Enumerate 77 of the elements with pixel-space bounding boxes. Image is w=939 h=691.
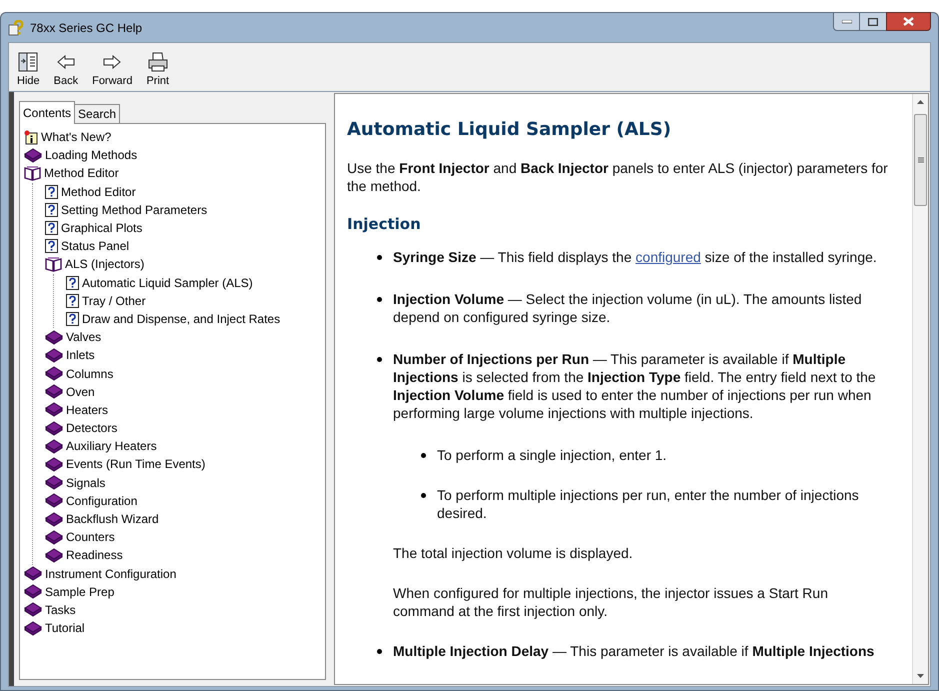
help-page-icon	[66, 312, 79, 326]
tree-item[interactable]: Heaters	[66, 400, 108, 419]
panel-icon	[18, 52, 38, 72]
help-icon	[8, 20, 24, 36]
bullet-icon	[377, 356, 382, 362]
tree-item[interactable]: Signals	[66, 474, 106, 492]
list-item: Multiple Injection Delay — This parameter is available if Multiple Injections	[393, 642, 874, 660]
scrollbar-thumb[interactable]	[914, 114, 927, 206]
scroll-up-icon[interactable]	[917, 100, 924, 104]
tree-item[interactable]: Method Editor	[44, 164, 119, 182]
minimize-button[interactable]	[833, 12, 860, 31]
tree-item[interactable]: Readiness	[66, 546, 123, 564]
help-page-icon	[66, 276, 79, 290]
close-button[interactable]	[886, 12, 931, 31]
tree-item[interactable]: Tray / Other	[82, 292, 146, 310]
tree-item[interactable]: Configuration	[66, 492, 138, 510]
info-page-icon	[24, 130, 38, 145]
printer-icon	[148, 52, 168, 72]
list-item: To perform multiple injections per run, enter the number of injections desired.	[437, 486, 860, 522]
bullet-icon	[377, 254, 382, 260]
close-icon	[903, 17, 914, 26]
tree-item[interactable]: Auxiliary Heaters	[66, 437, 157, 456]
tree-item[interactable]: ALS (Injectors)	[65, 255, 144, 274]
list-item: Injection Volume — Select the injection volume (in uL). The amounts listed depend on configured syringe size.	[393, 290, 863, 326]
tree-item[interactable]: Instrument Configuration	[45, 564, 176, 583]
toolbar-button[interactable]: Hide	[13, 52, 44, 88]
tree-item[interactable]: Draw and Dispense, and Inject Rates	[82, 310, 280, 328]
section-heading: Injection	[347, 214, 421, 235]
tree-item[interactable]: Status Panel	[61, 237, 130, 256]
page-heading: Automatic Liquid Sampler (ALS)	[347, 118, 672, 142]
toolbar-button[interactable]: Back	[50, 52, 82, 88]
scroll-down-icon[interactable]	[917, 674, 924, 678]
list-item: Syringe Size — This field displays the configured size of the installed syringe.	[393, 248, 877, 266]
tree-item[interactable]: Events (Run Time Events)	[66, 455, 206, 474]
tree-item[interactable]: Backflush Wizard	[66, 510, 159, 528]
bullet-icon	[421, 492, 426, 498]
tree-item[interactable]: Valves	[66, 328, 102, 346]
tree-item[interactable]: Graphical Plots	[61, 219, 142, 238]
toolbar-button[interactable]: Print	[142, 52, 174, 88]
tree-item[interactable]: Setting Method Parameters	[61, 200, 208, 219]
tree-item[interactable]: Automatic Liquid Sampler (ALS)	[82, 274, 253, 292]
help-page-icon	[66, 294, 79, 308]
tree-item[interactable]: Sample Prep	[45, 582, 114, 601]
list-item: Number of Injections per Run — This parameter is available if Multiple Injections is selected from the Injection Type field. The entry field next to the Injection Volume field is used to enter the number of injections per run when performing large volume injections with multiple injections.	[393, 350, 877, 422]
tree-item[interactable]: Detectors	[66, 419, 118, 438]
maximize-icon	[868, 18, 878, 26]
tree-item[interactable]: What's New?	[41, 128, 112, 146]
tree-item[interactable]: Oven	[66, 382, 95, 401]
window-title: 78xx Series GC Help	[30, 20, 142, 36]
paragraph: When configured for multiple injections, the injector issues a Start Run command at the first injection only.	[393, 584, 829, 620]
grip-icon	[918, 157, 924, 163]
link[interactable]: configured	[636, 248, 701, 264]
tree-item[interactable]: Tasks	[45, 600, 76, 619]
tab[interactable]: Contents	[19, 101, 76, 124]
bullet-icon	[377, 296, 382, 302]
right-arrow-icon	[103, 55, 122, 69]
tree-item[interactable]: Inlets	[66, 346, 95, 364]
help-page-icon	[45, 202, 58, 217]
tree-item[interactable]: Counters	[66, 528, 115, 546]
tree-item[interactable]: Method Editor	[61, 182, 136, 201]
bullet-icon	[377, 648, 382, 654]
help-page-icon	[45, 221, 58, 236]
help-page-icon	[45, 239, 58, 254]
paragraph: The total injection volume is displayed.	[393, 544, 633, 562]
scrollbar[interactable]	[912, 94, 928, 684]
tree-item[interactable]: Loading Methods	[45, 146, 138, 164]
tab[interactable]: Search	[75, 104, 120, 123]
maximize-button[interactable]	[860, 12, 886, 31]
toolbar-button[interactable]: Forward	[88, 52, 136, 88]
minimize-icon	[842, 20, 852, 24]
tree-item[interactable]: Columns	[66, 364, 114, 383]
left-arrow-icon	[56, 55, 75, 69]
bullet-icon	[421, 452, 426, 458]
intro-paragraph: Use the Front Injector and Back Injector panels to enter ALS (injector) parameters for the method.	[347, 159, 889, 195]
list-item: To perform a single injection, enter 1.	[437, 446, 667, 464]
help-page-icon	[45, 184, 58, 199]
tree-item[interactable]: Tutorial	[45, 619, 85, 638]
